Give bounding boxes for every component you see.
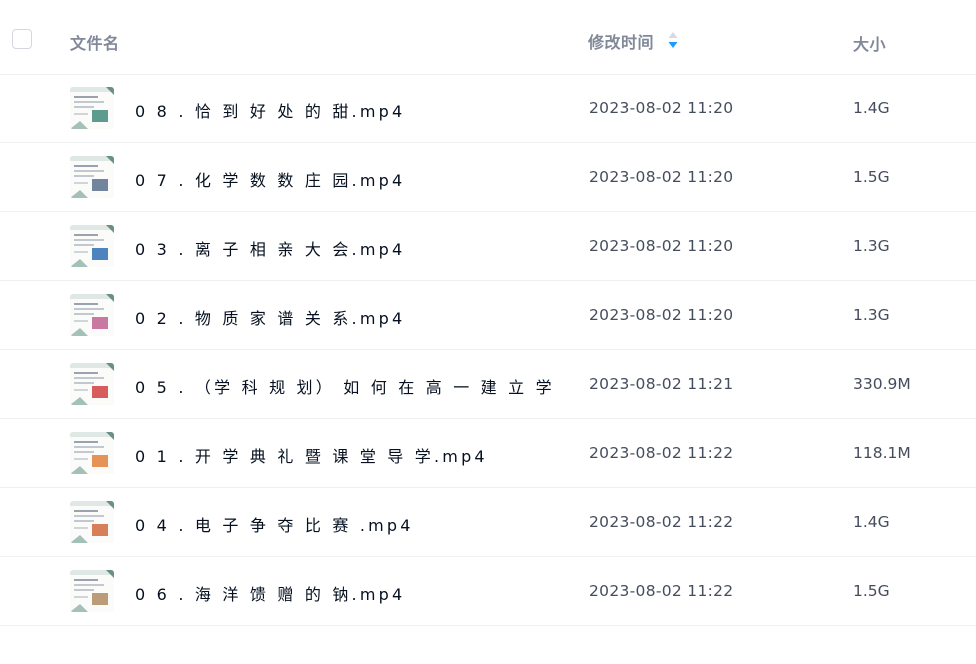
file-name[interactable]: 0 2 . 物 质 家 谱 关 系.mp4 <box>135 305 555 329</box>
file-row[interactable]: 0 2 . 物 质 家 谱 关 系.mp4 2023-08-02 11:20 1.3… <box>0 281 976 350</box>
file-row[interactable]: 0 4 . 电 子 争 夺 比 赛 .mp4 2023-08-02 11:22 1.… <box>0 488 976 557</box>
file-row[interactable]: 0 5 . （学 科 规 划） 如 何 在 高 一 建 立 学 科 优 势...… <box>0 350 976 419</box>
file-name[interactable]: 0 3 . 离 子 相 亲 大 会.mp4 <box>135 236 555 260</box>
file-size: 330.9M <box>853 375 911 393</box>
row-checkbox[interactable] <box>12 581 32 601</box>
file-list-table: 文件名 修改时间 大小 0 8 . 恰 到 好 处 的 甜.mp4 2023-08… <box>0 0 976 664</box>
video-thumbnail-icon[interactable] <box>70 294 114 336</box>
file-modified-time: 2023-08-02 11:21 <box>589 375 734 393</box>
row-checkbox[interactable] <box>12 512 32 532</box>
table-header: 文件名 修改时间 大小 <box>0 0 976 75</box>
video-thumbnail-icon[interactable] <box>70 225 114 267</box>
video-thumbnail-icon[interactable] <box>70 432 114 474</box>
video-thumbnail-icon[interactable] <box>70 501 114 543</box>
row-checkbox[interactable] <box>12 443 32 463</box>
select-all-checkbox[interactable] <box>12 29 32 49</box>
file-size: 1.5G <box>853 168 890 186</box>
file-name[interactable]: 0 5 . （学 科 规 划） 如 何 在 高 一 建 立 学 科 优 势...… <box>135 374 555 398</box>
file-size: 118.1M <box>853 444 911 462</box>
video-thumbnail-icon[interactable] <box>70 570 114 612</box>
row-checkbox[interactable] <box>12 167 32 187</box>
file-name[interactable]: 0 6 . 海 洋 馈 赠 的 钠.mp4 <box>135 581 555 605</box>
file-modified-time: 2023-08-02 11:22 <box>589 513 734 531</box>
file-size: 1.3G <box>853 306 890 324</box>
file-size: 1.5G <box>853 582 890 600</box>
file-row[interactable]: 0 6 . 海 洋 馈 赠 的 钠.mp4 2023-08-02 11:22 1.5… <box>0 557 976 626</box>
file-modified-time: 2023-08-02 11:22 <box>589 444 734 462</box>
file-size: 1.3G <box>853 237 890 255</box>
file-name[interactable]: 0 1 . 开 学 典 礼 暨 课 堂 导 学.mp4 <box>135 443 555 467</box>
file-name[interactable]: 0 8 . 恰 到 好 处 的 甜.mp4 <box>135 98 555 122</box>
video-thumbnail-icon[interactable] <box>70 363 114 405</box>
file-row[interactable]: 0 3 . 离 子 相 亲 大 会.mp4 2023-08-02 11:20 1.3… <box>0 212 976 281</box>
file-name[interactable]: 0 4 . 电 子 争 夺 比 赛 .mp4 <box>135 512 555 536</box>
row-checkbox[interactable] <box>12 236 32 256</box>
row-checkbox[interactable] <box>12 305 32 325</box>
file-rows: 0 8 . 恰 到 好 处 的 甜.mp4 2023-08-02 11:20 1.4… <box>0 74 976 626</box>
video-thumbnail-icon[interactable] <box>70 156 114 198</box>
file-modified-time: 2023-08-02 11:20 <box>589 306 734 324</box>
file-modified-time: 2023-08-02 11:20 <box>589 168 734 186</box>
file-modified-time: 2023-08-02 11:20 <box>589 99 734 117</box>
file-row[interactable]: 0 1 . 开 学 典 礼 暨 课 堂 导 学.mp4 2023-08-02 11… <box>0 419 976 488</box>
column-header-name[interactable]: 文件名 <box>70 30 120 54</box>
video-thumbnail-icon[interactable] <box>70 87 114 129</box>
file-modified-time: 2023-08-02 11:22 <box>589 582 734 600</box>
row-checkbox[interactable] <box>12 98 32 118</box>
file-row[interactable]: 0 7 . 化 学 数 数 庄 园.mp4 2023-08-02 11:20 1.5… <box>0 143 976 212</box>
column-header-modified[interactable]: 修改时间 <box>588 29 654 53</box>
column-header-size[interactable]: 大小 <box>853 31 886 55</box>
file-row[interactable]: 0 8 . 恰 到 好 处 的 甜.mp4 2023-08-02 11:20 1.4… <box>0 74 976 143</box>
sort-desc-icon[interactable] <box>667 31 679 49</box>
file-modified-time: 2023-08-02 11:20 <box>589 237 734 255</box>
file-size: 1.4G <box>853 99 890 117</box>
file-name[interactable]: 0 7 . 化 学 数 数 庄 园.mp4 <box>135 167 555 191</box>
file-size: 1.4G <box>853 513 890 531</box>
row-checkbox[interactable] <box>12 374 32 394</box>
